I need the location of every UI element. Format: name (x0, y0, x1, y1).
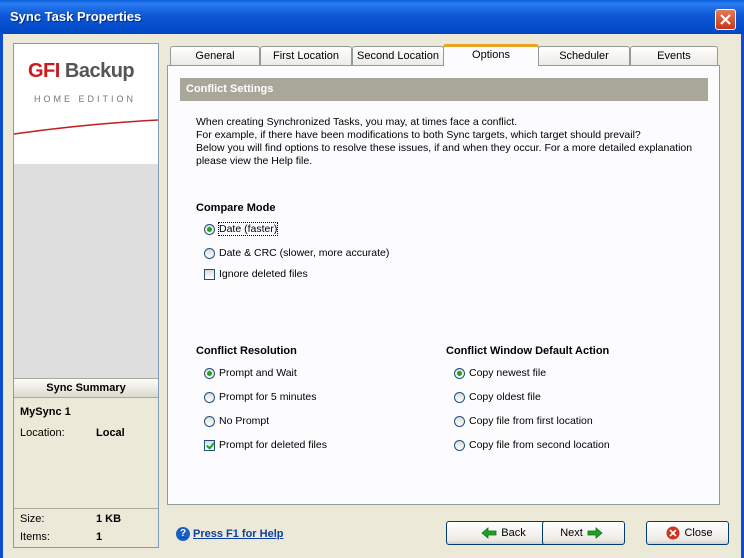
size-value: 1 KB (96, 513, 122, 525)
default-action-title: Conflict Window Default Action (446, 345, 610, 357)
copy-oldest-option[interactable]: Copy oldest file (454, 389, 541, 405)
option-label: Date (faster) (217, 222, 279, 236)
close-label: Close (684, 527, 713, 539)
conflict-resolution-title: Conflict Resolution (196, 345, 297, 357)
gfi-backup-logo: GFI Backup (28, 60, 135, 82)
option-label: Copy file from first location (469, 415, 593, 427)
close-icon (666, 526, 680, 540)
description-line: For example, if there have been modifica… (196, 129, 641, 141)
option-label: Date & CRC (slower, more accurate) (219, 247, 390, 259)
radio-button[interactable] (454, 367, 465, 379)
description-line: When creating Synchronized Tasks, you ma… (196, 116, 518, 128)
sync-summary: MySync 1 Location: Local Size: 1 KB Item… (14, 398, 158, 547)
summary-divider (14, 508, 158, 509)
close-icon (720, 14, 731, 25)
help-link-label: Press F1 for Help (193, 528, 284, 540)
sync-task-name: MySync 1 (20, 406, 71, 418)
tab-events[interactable]: Events (630, 46, 718, 65)
option-label: No Prompt (219, 415, 270, 427)
tab-first-location[interactable]: First Location (260, 46, 352, 65)
help-link[interactable]: ? Press F1 for Help (176, 527, 283, 541)
tab-options[interactable]: Options (443, 44, 539, 66)
items-value: 1 (96, 531, 103, 543)
option-label: Copy newest file (469, 367, 547, 379)
description-line: Below you will find options to resolve t… (196, 142, 693, 154)
sync-summary-header: Sync Summary (14, 378, 158, 398)
radio-button[interactable] (204, 367, 215, 379)
option-label: Ignore deleted files (219, 268, 308, 280)
location-label: Location: (20, 427, 65, 439)
tab-scheduler[interactable]: Scheduler (538, 46, 630, 65)
compare-mode-title: Compare Mode (196, 202, 276, 214)
option-label: Prompt for 5 minutes (219, 391, 317, 403)
option-label: Copy file from second location (469, 439, 610, 451)
copy-newest-option[interactable]: Copy newest file (454, 365, 546, 381)
radio-button[interactable] (204, 247, 215, 259)
next-label: Next (560, 527, 583, 539)
arrow-right-icon (587, 527, 603, 539)
copy-first-location-option[interactable]: Copy file from first location (454, 413, 593, 429)
radio-button[interactable] (454, 391, 465, 403)
options-panel: Conflict Settings When creating Synchron… (167, 65, 720, 505)
back-button[interactable]: Back (446, 521, 557, 545)
description: When creating Synchronized Tasks, you ma… (196, 116, 706, 168)
checkbox[interactable] (204, 268, 215, 280)
left-panel: GFI Backup HOME EDITION Sync Summary MyS… (13, 43, 159, 548)
option-label: Prompt and Wait (219, 367, 297, 379)
radio-button[interactable] (204, 391, 215, 403)
size-label: Size: (20, 513, 45, 525)
next-button[interactable]: Next (542, 521, 625, 545)
section-title: Conflict Settings (180, 78, 708, 101)
radio-button[interactable] (204, 415, 215, 427)
prompt-and-wait-option[interactable]: Prompt and Wait (204, 365, 297, 381)
radio-button[interactable] (454, 415, 465, 427)
prompt-deleted-checkbox[interactable]: Prompt for deleted files (204, 437, 327, 453)
prompt-5-minutes-option[interactable]: Prompt for 5 minutes (204, 389, 316, 405)
close-button[interactable]: Close (646, 521, 729, 545)
edition-label: HOME EDITION (34, 94, 137, 104)
compare-date-crc-option[interactable]: Date & CRC (slower, more accurate) (204, 245, 389, 261)
compare-date-option[interactable]: Date (faster) (204, 221, 279, 237)
radio-button[interactable] (204, 223, 215, 235)
tab-bar: General First Location Second Location O… (168, 44, 720, 66)
arrow-left-icon (481, 527, 497, 539)
no-prompt-option[interactable]: No Prompt (204, 413, 269, 429)
tab-general[interactable]: General (170, 46, 260, 65)
ignore-deleted-checkbox[interactable]: Ignore deleted files (204, 266, 308, 282)
description-line: please view the Help file. (196, 155, 313, 167)
window-title: Sync Task Properties (10, 9, 142, 24)
location-value: Local (96, 427, 125, 439)
back-label: Back (501, 527, 526, 539)
logo-swoosh (14, 118, 158, 152)
tab-second-location[interactable]: Second Location (352, 46, 444, 65)
title-bar: Sync Task Properties (0, 0, 744, 34)
help-icon: ? (176, 527, 190, 541)
close-window-button[interactable] (715, 9, 736, 30)
copy-second-location-option[interactable]: Copy file from second location (454, 437, 610, 453)
checkbox[interactable] (204, 439, 215, 451)
radio-button[interactable] (454, 439, 465, 451)
items-label: Items: (20, 531, 50, 543)
option-label: Copy oldest file (469, 391, 541, 403)
option-label: Prompt for deleted files (219, 439, 327, 451)
